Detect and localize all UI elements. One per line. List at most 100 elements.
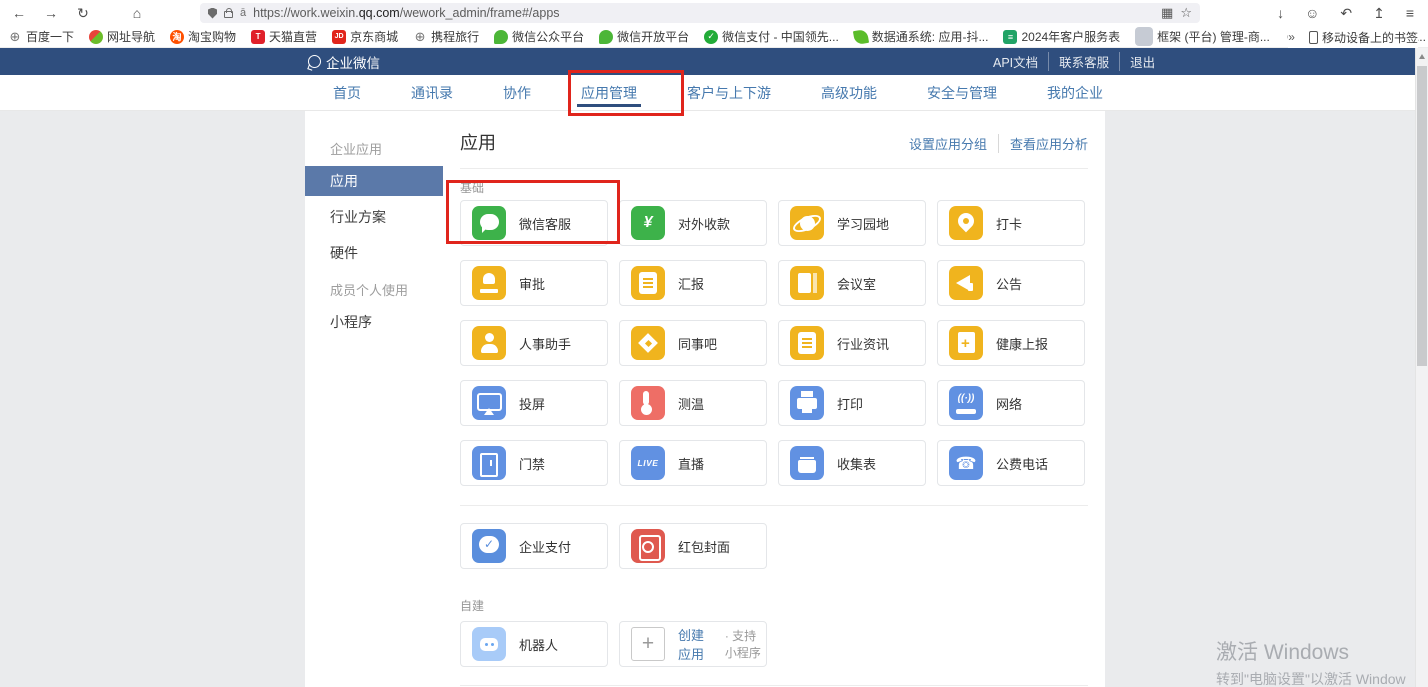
bookmark-favicon (89, 29, 104, 44)
app-tile[interactable]: 人事助手 (460, 320, 608, 366)
url-text: https://work.weixin.qq.com/wework_admin/… (253, 6, 560, 20)
app-tile[interactable]: 机器人 (460, 621, 608, 667)
app-tile[interactable]: LIVE 直播 (619, 440, 767, 486)
app-tile[interactable]: 企业支付 (460, 523, 608, 569)
app-tile[interactable]: 打卡 (937, 200, 1085, 246)
brand[interactable]: 企业微信 (308, 48, 380, 75)
app-tile[interactable]: 微信客服 (460, 200, 608, 246)
app-icon (472, 446, 506, 480)
sidebar-item[interactable]: 成员个人使用 (305, 274, 443, 307)
vertical-scrollbar[interactable] (1415, 48, 1428, 687)
app-tile[interactable]: 收集表 (778, 440, 926, 486)
wework-logo-icon (308, 55, 321, 68)
shield-icon[interactable] (208, 7, 217, 19)
app-tile[interactable]: 学习园地 (778, 200, 926, 246)
bookmark-item[interactable]: 微信开放平台 (599, 28, 689, 45)
history-icon[interactable]: ↶ (1340, 6, 1352, 20)
app-label: 汇报 (678, 276, 705, 292)
sidebar-item[interactable]: 企业应用 (305, 133, 443, 166)
app-tile[interactable]: 健康上报 (937, 320, 1085, 366)
create-app-tile[interactable]: + 创建应用 · 支持小程序 (619, 621, 767, 667)
forward-icon[interactable]: → (42, 6, 60, 20)
divider (460, 505, 1088, 506)
bookmark-item[interactable]: 数据通系统: 应用-抖... (852, 28, 988, 45)
nav-tab[interactable]: 首页 (333, 75, 361, 110)
app-icon (790, 446, 824, 480)
app-tile[interactable]: ¥ 对外收款 (619, 200, 767, 246)
qr-code-icon[interactable]: ▦ (1161, 5, 1173, 21)
mobile-bookmarks[interactable]: 移动设备上的书签 (1308, 29, 1418, 46)
app-label: 行业资讯 (837, 336, 890, 352)
home-icon[interactable]: ⌂ (128, 6, 146, 20)
app-tile[interactable]: ((·)) 网络 (937, 380, 1085, 426)
nav-tab[interactable]: 应用管理 (577, 75, 641, 110)
panel-icon[interactable]: ↥ (1373, 6, 1385, 20)
bookmark-favicon: ⊕ (9, 28, 21, 44)
nav-tab[interactable]: 安全与管理 (927, 75, 997, 110)
app-tile[interactable]: ☎ 公费电话 (937, 440, 1085, 486)
bookmark-item[interactable]: ⊕ 携程旅行 (413, 28, 479, 45)
sidebar-item[interactable]: 应用 (305, 166, 443, 196)
bookmark-favicon (599, 29, 614, 44)
bookmark-favicon: T (251, 29, 266, 44)
app-tile[interactable]: 门禁 (460, 440, 608, 486)
nav-tab[interactable]: 通讯录 (411, 75, 453, 110)
app-icon (949, 206, 983, 240)
app-label: 对外收款 (678, 216, 731, 232)
app-icon (949, 266, 983, 300)
sidebar-item[interactable]: 硬件 (305, 238, 443, 268)
back-icon[interactable]: ← (10, 6, 28, 20)
app-tile[interactable]: 打印 (778, 380, 926, 426)
translate-icon[interactable]: ā (240, 7, 246, 19)
bookmark-favicon: ⊕ (414, 28, 426, 44)
bookmark-item[interactable]: ✓ 微信支付 - 中国领先... (704, 28, 839, 45)
app-tile[interactable]: 会议室 (778, 260, 926, 306)
scrollbar-thumb[interactable] (1417, 66, 1427, 366)
header-link[interactable]: 联系客服 (1048, 52, 1119, 71)
app-tile[interactable]: 公告 (937, 260, 1085, 306)
sidebar-item[interactable]: 行业方案 (305, 202, 443, 232)
bookmark-item[interactable]: 微信公众平台 (494, 28, 584, 45)
bookmark-favicon: ≡ (1003, 29, 1018, 44)
header-link[interactable]: 退出 (1119, 52, 1165, 71)
scroll-up-arrow-icon[interactable] (1419, 54, 1425, 59)
app-tile[interactable]: 审批 (460, 260, 608, 306)
bookmark-item[interactable]: ≡ 2024年客户服务表 (1003, 28, 1120, 45)
bookmark-star-icon[interactable]: ☆ (1180, 5, 1192, 21)
bookmark-item[interactable]: ⊕ 百度一下 (8, 28, 74, 45)
bookmarks-overflow-icon[interactable]: » (1288, 30, 1295, 44)
nav-tab[interactable]: 协作 (503, 75, 531, 110)
app-icon (790, 326, 824, 360)
menu-icon[interactable]: ≡ (1406, 6, 1414, 20)
bookmark-item[interactable]: 网址导航 (89, 28, 155, 45)
bookmark-item[interactable]: 淘 淘宝购物 (170, 28, 236, 45)
app-tile[interactable]: 同事吧 (619, 320, 767, 366)
nav-tab[interactable]: 我的企业 (1047, 75, 1103, 110)
bookmark-label: 2024年客户服务表 (1021, 30, 1121, 44)
site-header: 企业微信 API文档 联系客服 退出 (0, 48, 1428, 75)
action-link[interactable]: 查看应用分析 (997, 134, 1088, 153)
app-label: 人事助手 (519, 336, 572, 352)
bookmark-item[interactable]: 框架 (平台) 管理-商... (1135, 27, 1270, 46)
app-tile[interactable]: 行业资讯 (778, 320, 926, 366)
nav-tab[interactable]: 客户与上下游 (687, 75, 771, 110)
bookmark-item[interactable]: JD 京东商城 (332, 28, 398, 45)
app-tile[interactable]: 测温 (619, 380, 767, 426)
url-bar[interactable]: ā https://work.weixin.qq.com/wework_admi… (200, 3, 1200, 23)
lock-icon[interactable] (224, 8, 233, 18)
account-icon[interactable]: ☺ (1305, 6, 1319, 20)
app-label: 健康上报 (996, 336, 1049, 352)
reload-icon[interactable]: ↻ (74, 6, 92, 20)
download-icon[interactable]: ↓ (1277, 6, 1284, 20)
nav-tab[interactable]: 高级功能 (821, 75, 877, 110)
app-tile[interactable]: 红包封面 (619, 523, 767, 569)
action-link[interactable]: 设置应用分组 (909, 134, 987, 153)
app-label: 门禁 (519, 456, 546, 472)
bookmark-label: 微信公众平台 (512, 30, 585, 44)
bookmark-item[interactable]: T 天猫直营 (251, 28, 317, 45)
sidebar-item[interactable]: 小程序 (305, 307, 443, 337)
app-tile[interactable]: 汇报 (619, 260, 767, 306)
app-label: 同事吧 (678, 336, 718, 352)
header-link[interactable]: API文档 (983, 52, 1048, 71)
app-tile[interactable]: 投屏 (460, 380, 608, 426)
